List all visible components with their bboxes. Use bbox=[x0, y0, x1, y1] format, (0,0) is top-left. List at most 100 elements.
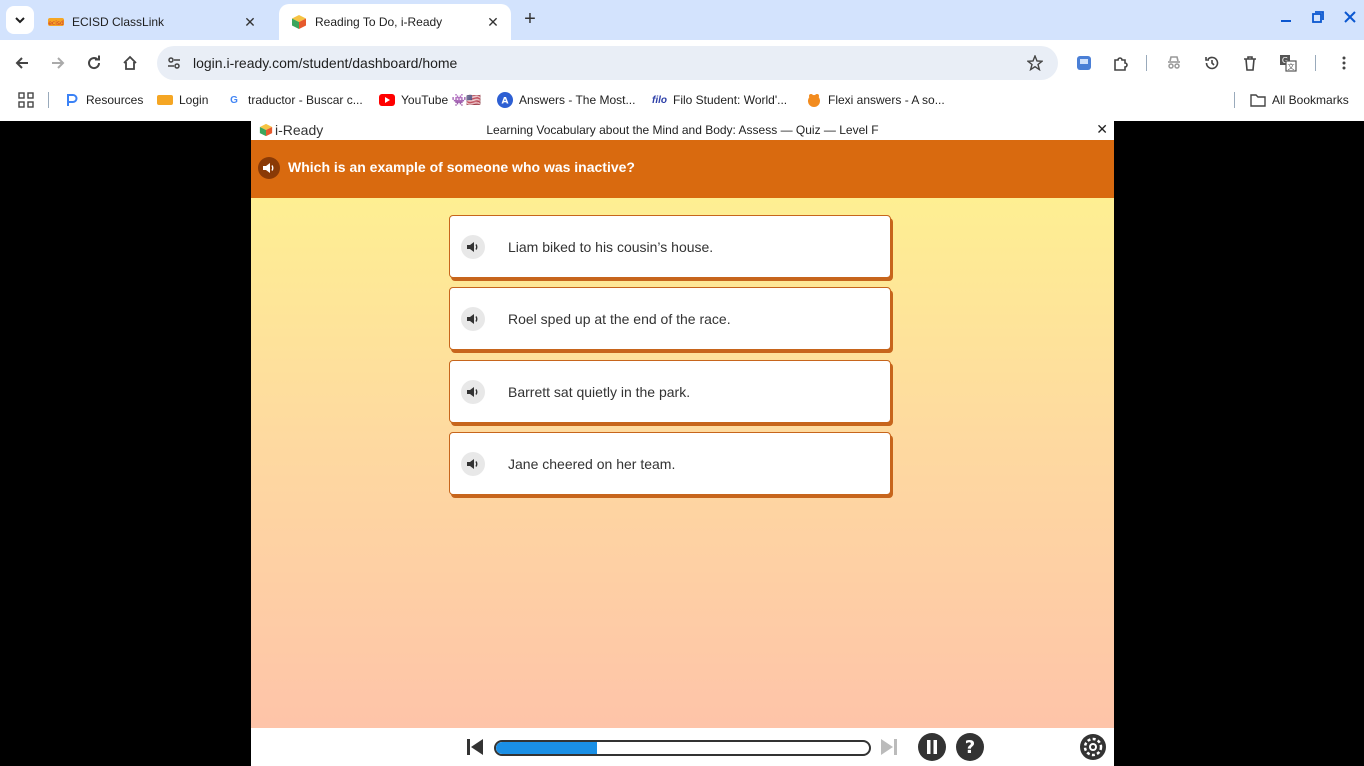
choice-audio-button[interactable] bbox=[461, 379, 485, 404]
speaker-icon bbox=[467, 458, 478, 469]
chevron-down-icon bbox=[15, 17, 25, 24]
reload-button[interactable] bbox=[82, 51, 106, 75]
bookmark-login[interactable]: Login bbox=[157, 92, 208, 108]
restore-icon bbox=[1312, 11, 1324, 23]
svg-text:文: 文 bbox=[1288, 62, 1295, 71]
site-info-icon[interactable] bbox=[163, 52, 185, 74]
translate-icon[interactable]: G文 bbox=[1277, 52, 1299, 74]
forward-button[interactable] bbox=[46, 51, 70, 75]
settings-button[interactable] bbox=[1079, 733, 1107, 761]
svg-text:A: A bbox=[502, 97, 509, 107]
folder-icon bbox=[1250, 92, 1266, 108]
choice-audio-button[interactable] bbox=[461, 306, 485, 331]
bookmarks-bar: Resources Login G traductor - Buscar c..… bbox=[0, 86, 1364, 114]
svg-text:ecisd: ecisd bbox=[48, 20, 64, 27]
toolbar-divider bbox=[1315, 55, 1316, 71]
pause-button[interactable] bbox=[918, 733, 946, 761]
content-top-margin bbox=[0, 114, 1364, 121]
tab-classlink[interactable]: ecisd ECISD ClassLink ✕ bbox=[36, 4, 268, 40]
close-icon bbox=[1344, 11, 1356, 23]
arrow-left-icon bbox=[15, 57, 28, 69]
extension-blue-icon[interactable] bbox=[1073, 52, 1095, 74]
home-icon bbox=[123, 55, 137, 70]
close-icon[interactable]: ✕ bbox=[485, 14, 501, 30]
gear-icon bbox=[1080, 734, 1106, 760]
pause-icon bbox=[918, 733, 946, 761]
window-close-button[interactable] bbox=[1338, 8, 1362, 30]
choice-audio-button[interactable] bbox=[461, 451, 485, 476]
progress-fill bbox=[496, 742, 597, 754]
youtube-icon bbox=[379, 92, 395, 108]
google-icon: G bbox=[230, 94, 238, 106]
tab-search-button[interactable] bbox=[6, 6, 34, 34]
puzzle-icon[interactable] bbox=[1110, 52, 1132, 74]
bookmark-label: Login bbox=[179, 93, 209, 107]
speaker-icon bbox=[263, 163, 274, 173]
tab-title: Reading To Do, i-Ready bbox=[315, 15, 443, 29]
tab-strip: ecisd ECISD ClassLink ✕ Reading To Do, i… bbox=[0, 0, 1364, 40]
bookmark-resources[interactable]: Resources bbox=[64, 92, 143, 108]
question-text: Which is an example of someone who was i… bbox=[288, 159, 635, 175]
bookmark-answers[interactable]: A Answers - The Most... bbox=[497, 92, 635, 108]
filo-icon: filo bbox=[652, 94, 667, 106]
bookmark-flexi[interactable]: Flexi answers - A so... bbox=[806, 92, 945, 108]
close-icon[interactable]: ✕ bbox=[242, 14, 258, 30]
menu-kebab-icon[interactable] bbox=[1333, 52, 1355, 74]
bookmark-youtube[interactable]: YouTube 👾🇺🇸 bbox=[379, 92, 481, 108]
url-text: login.i-ready.com/student/dashboard/home bbox=[193, 55, 458, 71]
apps-button[interactable] bbox=[18, 92, 34, 108]
history-icon[interactable] bbox=[1201, 52, 1223, 74]
back-button[interactable] bbox=[10, 51, 34, 75]
home-button[interactable] bbox=[118, 51, 142, 75]
lesson-title: Learning Vocabulary about the Mind and B… bbox=[486, 123, 879, 137]
answer-choice-3[interactable]: Barrett sat quietly in the park. bbox=[449, 360, 891, 423]
incognito-icon[interactable] bbox=[1163, 52, 1185, 74]
bookmarks-divider bbox=[1234, 92, 1235, 108]
all-bookmarks-button[interactable]: All Bookmarks bbox=[1250, 92, 1349, 108]
bookmark-label: Answers - The Most... bbox=[519, 93, 636, 107]
bookmark-filo[interactable]: filo Filo Student: World'... bbox=[652, 92, 787, 108]
iready-cube-icon bbox=[292, 15, 306, 29]
choice-audio-button[interactable] bbox=[461, 234, 485, 259]
speaker-icon bbox=[467, 386, 478, 397]
choice-text: Roel sped up at the end of the race. bbox=[508, 310, 731, 327]
minimize-icon bbox=[1281, 20, 1291, 22]
speaker-icon bbox=[467, 241, 478, 252]
answers-icon: A bbox=[497, 92, 513, 108]
bookmark-star-icon[interactable] bbox=[1024, 52, 1046, 74]
address-bar[interactable]: login.i-ready.com/student/dashboard/home bbox=[157, 46, 1058, 80]
bookmark-traductor[interactable]: G traductor - Buscar c... bbox=[226, 92, 363, 108]
bookmark-label: Flexi answers - A so... bbox=[828, 93, 945, 107]
question-audio-button[interactable] bbox=[258, 157, 280, 179]
help-button[interactable]: ? bbox=[956, 733, 984, 761]
iready-quiz-panel: i-Ready Learning Vocabulary about the Mi… bbox=[251, 121, 1114, 766]
answer-choice-4[interactable]: Jane cheered on her team. bbox=[449, 432, 891, 495]
flexi-icon bbox=[806, 92, 822, 108]
answer-choice-2[interactable]: Roel sped up at the end of the race. bbox=[449, 287, 891, 350]
pages-icon bbox=[64, 92, 80, 108]
bookmark-label: Resources bbox=[86, 93, 144, 107]
skip-back-button[interactable] bbox=[465, 737, 485, 757]
close-lesson-button[interactable]: ✕ bbox=[1096, 121, 1108, 138]
skip-back-icon bbox=[467, 739, 483, 755]
bookmark-label: Filo Student: World'... bbox=[673, 93, 788, 107]
minimize-button[interactable] bbox=[1274, 8, 1298, 30]
tab-iready[interactable]: Reading To Do, i-Ready ✕ bbox=[279, 4, 511, 40]
reload-icon bbox=[88, 55, 101, 70]
skip-forward-button[interactable] bbox=[879, 737, 899, 757]
bookmark-label: YouTube 👾🇺🇸 bbox=[401, 93, 482, 107]
trash-icon[interactable] bbox=[1239, 52, 1261, 74]
speaker-icon bbox=[467, 313, 478, 324]
lesson-progress-bar bbox=[494, 740, 871, 756]
apps-grid-icon bbox=[18, 92, 34, 108]
tab-title: ECISD ClassLink bbox=[72, 15, 165, 29]
svg-text:?: ? bbox=[965, 737, 975, 758]
answer-choice-1[interactable]: Liam biked to his cousin’s house. bbox=[449, 215, 891, 278]
browser-toolbar: login.i-ready.com/student/dashboard/home… bbox=[0, 40, 1364, 86]
all-bookmarks-label: All Bookmarks bbox=[1272, 93, 1349, 107]
bookmarks-divider bbox=[48, 92, 49, 108]
restore-button[interactable] bbox=[1306, 8, 1330, 30]
new-tab-button[interactable]: + bbox=[518, 8, 542, 32]
player-controls: ? bbox=[251, 728, 1114, 766]
app-header: i-Ready Learning Vocabulary about the Mi… bbox=[251, 121, 1114, 140]
